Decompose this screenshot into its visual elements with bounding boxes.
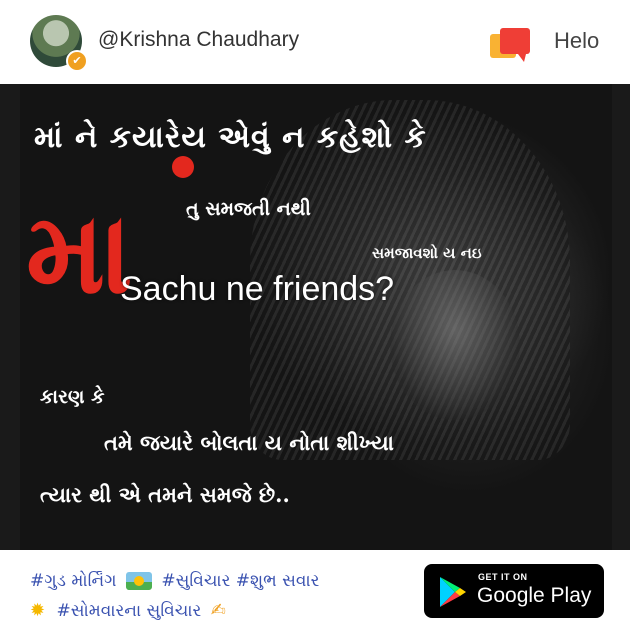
woman-face xyxy=(390,270,520,420)
sunrise-icon xyxy=(125,572,152,590)
quote-line-4: કારણ કે xyxy=(40,386,105,408)
username[interactable]: @Krishna Chaudhary xyxy=(98,28,299,52)
store-caption: GET IT ON xyxy=(478,572,528,582)
hashtag-good-morning[interactable]: #ગુડ મોર્નિંગ xyxy=(30,571,117,591)
image-border-right xyxy=(612,84,630,550)
big-letter-dot xyxy=(172,156,194,178)
post-header: ✔ @Krishna Chaudhary Helo xyxy=(0,0,630,84)
hashtag-somvar-suvichar[interactable]: #સોમવારના સુવિચાર xyxy=(57,601,202,621)
image-border-left xyxy=(0,84,20,550)
quote-line-5: તમે જયારે બોલતા ય નોતા શીખ્યા xyxy=(104,430,394,455)
verified-badge-icon: ✔ xyxy=(66,50,88,72)
quote-line-1: માં ને કયારેય એવું ન કહેશો કે xyxy=(34,120,427,155)
google-play-icon xyxy=(440,577,466,607)
hashtags: #ગુડ મોર્નિંગ #સુવિચાર #શુભ સવાર ✹ #સોમવ… xyxy=(30,566,410,626)
writing-hand-icon: ✍ xyxy=(210,600,226,621)
hashtag-suvichar-shubh-savar[interactable]: #સુવિચાર #શુભ સવાર xyxy=(161,571,319,591)
big-letter-ma: મા xyxy=(26,188,133,319)
app-name: Helo xyxy=(554,28,600,53)
quote-line-3: સમજાવશો ય નઇ xyxy=(372,244,482,262)
google-play-badge[interactable]: GET IT ON Google Play xyxy=(424,564,604,618)
quote-line-6: ત્યાર થી એ તમને સમજે છે.. xyxy=(40,482,290,507)
store-name: Google Play xyxy=(477,584,592,607)
helo-logo-icon xyxy=(490,28,530,62)
sun-icon: ✹ xyxy=(30,600,46,621)
quote-line-2: તુ સમજતી નથી xyxy=(186,198,311,220)
overlay-caption: Sachu ne friends? xyxy=(120,270,395,308)
